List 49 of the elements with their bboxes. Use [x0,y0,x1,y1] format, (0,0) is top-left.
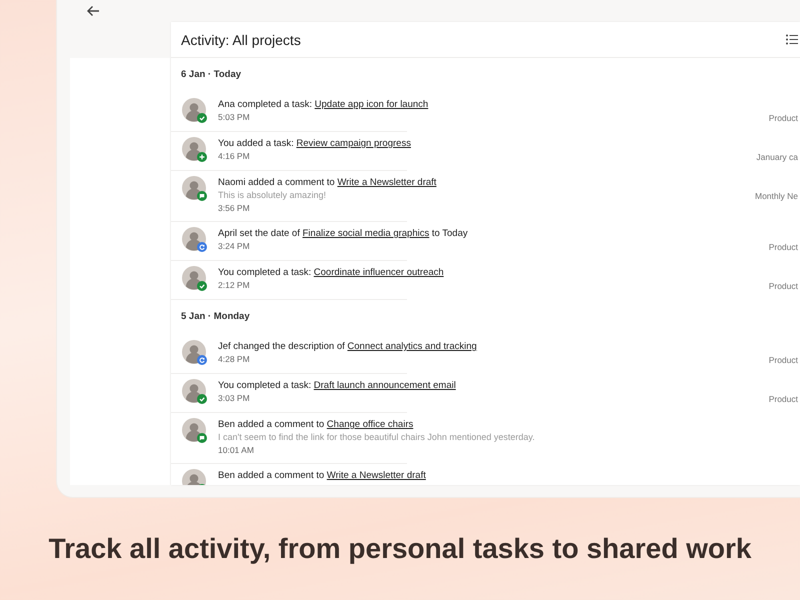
task-link[interactable]: Draft launch announcement email [314,380,456,391]
panel-title: Activity: All projects [181,32,301,48]
project-name: January ca [756,151,799,164]
date-heading: 6 Jan · Today [180,68,242,82]
list-icon[interactable] [786,34,798,45]
activity-text: April set the date of Finalize social media graphics to Today [218,227,468,240]
date-heading: 5 Jan · Monday [180,310,250,324]
activity-text: Ben added a comment to Write a Newsletter draft [218,469,426,482]
timestamp: 5:03 PM [218,111,250,124]
comment-text: This is absolutely amazing! [218,189,326,202]
timestamp: 3:03 PM [218,392,250,405]
activity-text: You completed a task: Draft launch announcement email [218,379,456,392]
activity-text: Ana completed a task: Update app icon for launch [218,98,428,111]
check-badge-icon [197,113,207,123]
project-name: Product [768,280,799,293]
activity-text: You added a task: Review campaign progress [218,137,411,150]
project-name: Product [768,112,799,125]
timestamp: 10:01 AM [218,444,254,457]
activity-text: You completed a task: Coordinate influencer outreach [218,266,444,279]
task-link[interactable]: Finalize social media graphics [302,228,430,239]
task-link[interactable]: Review campaign progress [296,138,411,149]
task-link[interactable]: Write a Newsletter draft [326,470,426,481]
project-name: Monthly Ne [755,190,799,203]
speech-bubble-badge-icon [197,433,207,443]
task-link[interactable]: Write a Newsletter draft [337,177,436,188]
timestamp: 3:56 PM [218,202,250,215]
timestamp: 4:16 PM [218,150,250,163]
project-name: Product [768,354,799,367]
task-link[interactable]: Change office chairs [326,419,414,430]
back-arrow-icon[interactable] [86,5,100,17]
task-link[interactable]: Update app icon for launch [314,99,428,110]
refresh-badge-icon [197,242,207,252]
refresh-badge-icon [197,355,207,365]
project-name: Product [768,241,799,254]
activity-text: Naomi added a comment to Write a Newsletter draft [218,176,436,189]
check-badge-icon [197,394,207,404]
plus-badge-icon [197,152,207,162]
task-link[interactable]: Connect analytics and tracking [347,341,477,352]
check-badge-icon [197,281,207,291]
speech-bubble-badge-icon [197,191,207,201]
headline: Track all activity, from personal tasks to shared work [48,533,752,565]
timestamp: 2:12 PM [218,279,250,292]
task-link[interactable]: Coordinate influencer outreach [314,267,444,278]
activity-text: Jef changed the description of Connect analytics and tracking [218,340,477,353]
timestamp: 3:24 PM [218,240,250,253]
timestamp: 4:28 PM [218,353,250,366]
comment-text: I can't seem to find the link for those beautiful chairs John mentioned yesterday. [218,431,535,444]
project-name: Product [768,393,799,406]
activity-text: Ben added a comment to Change office chairs [218,418,414,431]
